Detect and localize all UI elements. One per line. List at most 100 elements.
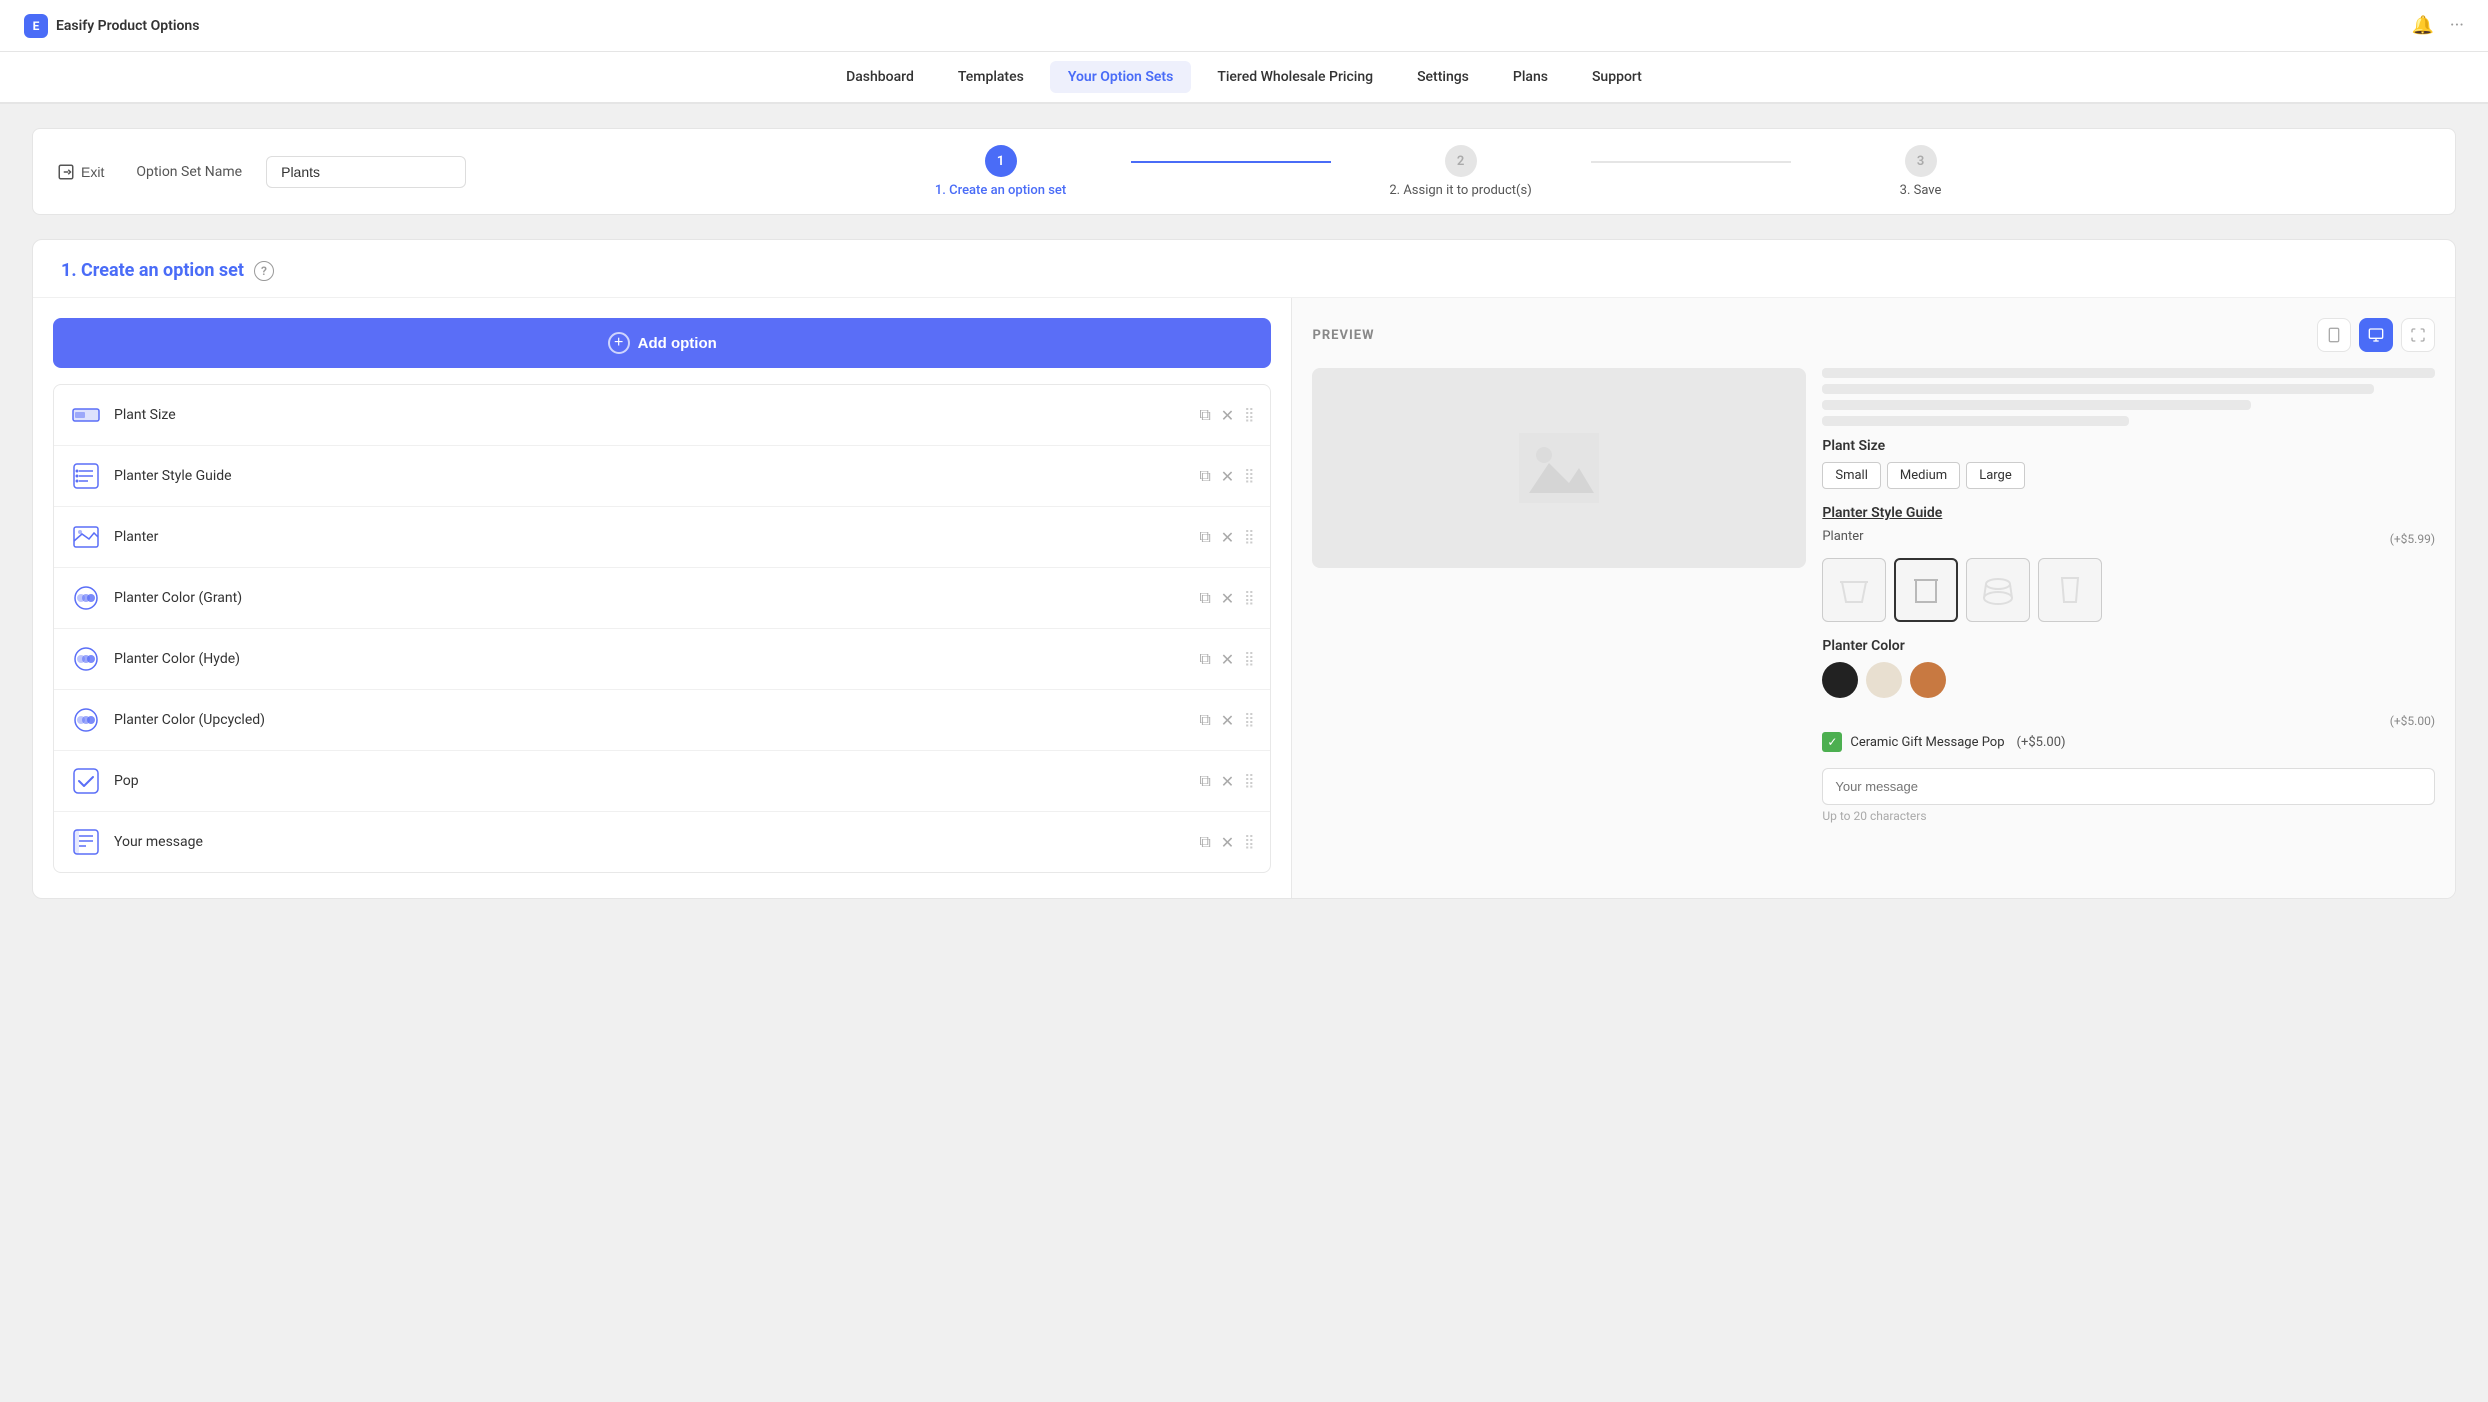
nav-item-support[interactable]: Support xyxy=(1574,61,1660,93)
delete-icon[interactable]: ✕ xyxy=(1221,589,1234,608)
option-actions: ⧉ ✕ ⣿ xyxy=(1199,588,1254,608)
delete-icon[interactable]: ✕ xyxy=(1221,650,1234,669)
nav-item-dashboard[interactable]: Dashboard xyxy=(828,61,932,93)
delete-icon[interactable]: ✕ xyxy=(1221,833,1234,852)
option-name: Planter Color (Hyde) xyxy=(114,651,1187,667)
preview-product-image xyxy=(1312,368,1806,839)
option-name: Planter Style Guide xyxy=(114,468,1187,484)
copy-icon[interactable]: ⧉ xyxy=(1199,710,1210,730)
plant-size-icon xyxy=(70,399,102,431)
list-item: Your message ⧉ ✕ ⣿ xyxy=(54,812,1270,872)
copy-icon[interactable]: ⧉ xyxy=(1199,771,1210,791)
preview-planter-colors xyxy=(1822,662,2435,698)
option-actions: ⧉ ✕ ⣿ xyxy=(1199,649,1254,669)
preview-planter-subtitle: Planter xyxy=(1822,529,1863,544)
preview-tag-small[interactable]: Small xyxy=(1822,462,1881,489)
mobile-preview-button[interactable] xyxy=(2317,318,2351,352)
more-options-icon[interactable]: ··· xyxy=(2450,15,2464,36)
preview-tag-medium[interactable]: Medium xyxy=(1887,462,1960,489)
message-icon xyxy=(70,826,102,858)
delete-icon[interactable]: ✕ xyxy=(1221,406,1234,425)
wizard-header: Exit Option Set Name 1 1. Create an opti… xyxy=(32,128,2456,215)
drag-icon[interactable]: ⣿ xyxy=(1244,834,1254,850)
step-2-label: 2. Assign it to product(s) xyxy=(1389,183,1531,198)
preview-planter-color-section: Planter Color xyxy=(1822,638,2435,698)
step-3-circle: 3 xyxy=(1905,145,1937,177)
step-3: 3 3. Save xyxy=(1791,145,2051,198)
preview-message-section: Up to 20 characters xyxy=(1822,768,2435,823)
preview-tag-large[interactable]: Large xyxy=(1966,462,2025,489)
step-1: 1 1. Create an option set xyxy=(871,145,1131,198)
step-1-label: 1. Create an option set xyxy=(935,183,1066,198)
copy-icon[interactable]: ⧉ xyxy=(1199,527,1210,547)
copy-icon[interactable]: ⧉ xyxy=(1199,832,1210,852)
drag-icon[interactable]: ⣿ xyxy=(1244,773,1254,789)
drag-icon[interactable]: ⣿ xyxy=(1244,468,1254,484)
pop-checkbox[interactable]: ✓ xyxy=(1822,732,1842,752)
step-connector-2 xyxy=(1591,161,1791,163)
nav-item-your-option-sets[interactable]: Your Option Sets xyxy=(1050,61,1192,93)
nav-item-tiered-wholesale[interactable]: Tiered Wholesale Pricing xyxy=(1199,61,1391,93)
help-icon[interactable]: ? xyxy=(254,261,274,281)
planter-img-1[interactable] xyxy=(1822,558,1886,622)
option-actions: ⧉ ✕ ⣿ xyxy=(1199,832,1254,852)
color-black[interactable] xyxy=(1822,662,1858,698)
drag-icon[interactable]: ⣿ xyxy=(1244,712,1254,728)
preview-planter-style-title: Planter Style Guide xyxy=(1822,505,2435,521)
list-item: Planter Color (Upcycled) ⧉ ✕ ⣿ xyxy=(54,690,1270,751)
color-terracotta[interactable] xyxy=(1910,662,1946,698)
delete-icon[interactable]: ✕ xyxy=(1221,772,1234,791)
copy-icon[interactable]: ⧉ xyxy=(1199,588,1210,608)
drag-icon[interactable]: ⣿ xyxy=(1244,651,1254,667)
option-name: Pop xyxy=(114,773,1187,789)
planter-img-2[interactable] xyxy=(1894,558,1958,622)
copy-icon[interactable]: ⧉ xyxy=(1199,649,1210,669)
preview-pop-section: (+$5.00) ✓ Ceramic Gift Message Pop (+$5… xyxy=(1822,714,2435,752)
options-panel: + Add option Plant Size xyxy=(33,298,1292,898)
planter-img-4[interactable] xyxy=(2038,558,2102,622)
copy-icon[interactable]: ⧉ xyxy=(1199,466,1210,486)
step-connector-1 xyxy=(1131,161,1331,163)
preview-options: Plant Size Small Medium Large Planter St… xyxy=(1822,368,2435,839)
page-title: 1. Create an option set xyxy=(61,260,244,281)
nav-item-plans[interactable]: Plans xyxy=(1495,61,1566,93)
delete-icon[interactable]: ✕ xyxy=(1221,528,1234,547)
color-hyde-icon xyxy=(70,643,102,675)
option-set-name-input[interactable] xyxy=(266,156,466,188)
step-2-circle: 2 xyxy=(1445,145,1477,177)
bell-icon: 🔔 xyxy=(2411,15,2433,36)
delete-icon[interactable]: ✕ xyxy=(1221,711,1234,730)
main-card-header: 1. Create an option set ? xyxy=(33,240,2455,298)
nav-item-settings[interactable]: Settings xyxy=(1399,61,1487,93)
planter-img-3[interactable] xyxy=(1966,558,2030,622)
add-option-label: Add option xyxy=(638,335,717,352)
drag-icon[interactable]: ⣿ xyxy=(1244,590,1254,606)
add-option-button[interactable]: + Add option xyxy=(53,318,1271,368)
list-item: Planter Color (Hyde) ⧉ ✕ ⣿ xyxy=(54,629,1270,690)
main-card: 1. Create an option set ? + Add option xyxy=(32,239,2456,899)
option-actions: ⧉ ✕ ⣿ xyxy=(1199,710,1254,730)
top-bar-actions: 🔔 ··· xyxy=(2411,15,2464,36)
step-2: 2 2. Assign it to product(s) xyxy=(1331,145,1591,198)
copy-icon[interactable]: ⧉ xyxy=(1199,405,1210,425)
list-item: Planter Color (Grant) ⧉ ✕ ⣿ xyxy=(54,568,1270,629)
desktop-preview-button[interactable] xyxy=(2359,318,2393,352)
step-1-circle: 1 xyxy=(985,145,1017,177)
expand-preview-button[interactable] xyxy=(2401,318,2435,352)
preview-message-input[interactable] xyxy=(1822,768,2435,805)
drag-icon[interactable]: ⣿ xyxy=(1244,529,1254,545)
two-column-layout: + Add option Plant Size xyxy=(33,298,2455,898)
top-bar: E Easify Product Options 🔔 ··· xyxy=(0,0,2488,52)
nav-item-templates[interactable]: Templates xyxy=(940,61,1042,93)
color-cream[interactable] xyxy=(1866,662,1902,698)
delete-icon[interactable]: ✕ xyxy=(1221,467,1234,486)
preview-message-hint: Up to 20 characters xyxy=(1822,809,2435,823)
list-item: Plant Size ⧉ ✕ ⣿ xyxy=(54,385,1270,446)
exit-button[interactable]: Exit xyxy=(57,163,104,181)
preview-plant-size-section: Plant Size Small Medium Large xyxy=(1822,438,2435,489)
drag-icon[interactable]: ⣿ xyxy=(1244,407,1254,423)
exit-icon xyxy=(57,163,75,181)
product-image-placeholder xyxy=(1312,368,1806,568)
preview-panel: PREVIEW xyxy=(1292,298,2455,898)
wizard-steps: 1 1. Create an option set 2 2. Assign it… xyxy=(490,145,2431,198)
